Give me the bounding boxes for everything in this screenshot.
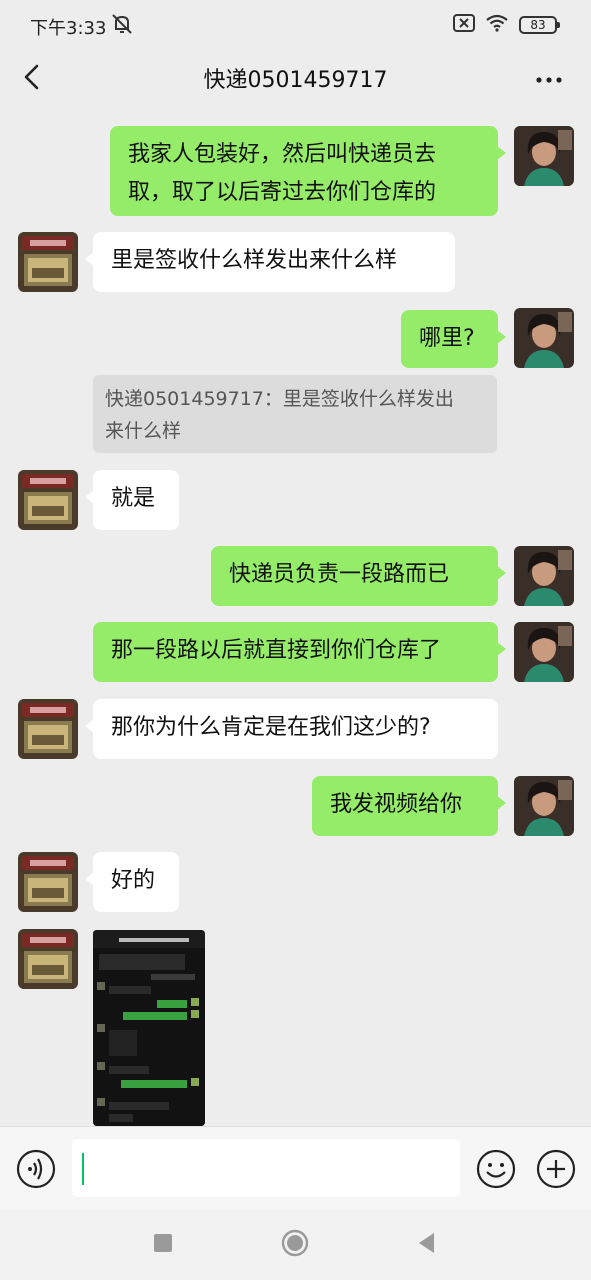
status-icons: 83 (453, 14, 560, 36)
message-text: 那一段路以后就直接到你们仓库了 (111, 638, 442, 663)
mute-icon (110, 12, 134, 36)
message-text: 哪里? (419, 326, 475, 351)
message-text: 我家人包装好，然后叫快递员去 (128, 142, 437, 167)
more-dots-icon[interactable] (535, 66, 563, 91)
chat-title: 快递0501459717 (203, 68, 388, 93)
system-navigation-bar (0, 1210, 591, 1280)
contact-avatar[interactable] (18, 699, 78, 759)
contact-avatar[interactable] (18, 232, 78, 292)
message-bubble-me[interactable]: 哪里? (401, 310, 506, 368)
my-avatar[interactable] (514, 622, 574, 682)
contact-avatar[interactable] (18, 470, 78, 530)
quote-text: 来什么样 (105, 420, 182, 442)
no-sim-icon (453, 14, 475, 36)
message-bubble-me[interactable]: 我家人包装好，然后叫快递员去 取，取了以后寄过去你们仓库的 (110, 126, 506, 216)
emoji-icon[interactable] (476, 1149, 516, 1189)
video-message-thumbnail[interactable] (93, 930, 205, 1126)
quote-text: 快递0501459717：里是签收什么样发出 (105, 388, 454, 410)
input-bar (0, 1126, 591, 1210)
my-avatar[interactable] (514, 308, 574, 368)
message-text: 就是 (111, 486, 156, 511)
message-bubble-other[interactable]: 里是签收什么样发出来什么样 (85, 232, 455, 292)
chat-header: 快递0501459717 (0, 52, 591, 104)
message-text: 好的 (111, 868, 156, 893)
message-text: 取，取了以后寄过去你们仓库的 (128, 180, 437, 205)
my-avatar[interactable] (514, 776, 574, 836)
message-text: 快递员负责一段路而已 (229, 562, 450, 587)
home-icon[interactable] (280, 1228, 310, 1258)
status-bar: 下午3:33 83 (0, 0, 591, 52)
message-input[interactable] (72, 1139, 460, 1197)
message-text: 里是签收什么样发出来什么样 (111, 248, 398, 273)
recent-apps-icon[interactable] (148, 1228, 178, 1258)
message-bubble-other[interactable]: 就是 (85, 470, 179, 530)
my-avatar[interactable] (514, 126, 574, 186)
contact-avatar[interactable] (18, 852, 78, 912)
text-cursor (82, 1153, 84, 1185)
message-text: 那你为什么肯定是在我们这少的? (111, 715, 431, 740)
quoted-message[interactable]: 快递0501459717：里是签收什么样发出 来什么样 (93, 375, 497, 453)
message-bubble-other[interactable]: 好的 (85, 852, 179, 912)
my-avatar[interactable] (514, 546, 574, 606)
message-bubble-me[interactable]: 我发视频给你 (312, 776, 506, 836)
message-bubble-me[interactable]: 那一段路以后就直接到你们仓库了 (93, 622, 506, 682)
message-bubble-other[interactable]: 那你为什么肯定是在我们这少的? (85, 699, 498, 759)
contact-avatar[interactable] (18, 929, 78, 989)
message-bubble-me[interactable]: 快递员负责一段路而已 (211, 546, 506, 606)
message-text: 我发视频给你 (330, 792, 463, 817)
voice-icon[interactable] (16, 1149, 56, 1189)
plus-icon[interactable] (536, 1149, 576, 1189)
back-triangle-icon[interactable] (412, 1228, 442, 1258)
battery-icon: 83 (519, 16, 560, 34)
status-time: 下午3:33 (30, 18, 107, 39)
wifi-icon (485, 14, 509, 36)
